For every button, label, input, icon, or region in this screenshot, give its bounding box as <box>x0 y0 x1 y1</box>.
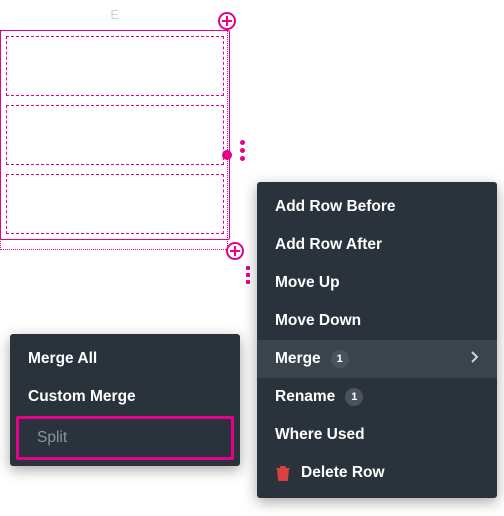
menu-item-label: Rename <box>275 388 335 406</box>
add-row-button[interactable] <box>226 242 246 262</box>
drag-handle-icon[interactable] <box>246 266 250 284</box>
submenu-item-custom-merge[interactable]: Custom Merge <box>10 378 240 416</box>
badge-count: 1 <box>345 388 363 406</box>
row-handle-dot[interactable] <box>222 150 232 160</box>
plus-icon <box>226 242 244 260</box>
menu-item-move-down[interactable]: Move Down <box>257 302 497 340</box>
menu-item-move-up[interactable]: Move Up <box>257 264 497 302</box>
menu-item-delete-row[interactable]: Delete Row <box>257 454 497 492</box>
kebab-menu-trigger[interactable] <box>240 140 245 161</box>
chevron-right-icon <box>471 350 479 368</box>
menu-item-label: Add Row After <box>275 236 382 254</box>
badge-count: 1 <box>331 350 349 368</box>
grid-cell[interactable] <box>6 174 224 234</box>
menu-item-label: Delete Row <box>301 464 385 482</box>
menu-item-label: Split <box>37 429 67 447</box>
menu-item-add-row-after[interactable]: Add Row After <box>257 226 497 264</box>
menu-item-label: Merge <box>275 350 321 368</box>
menu-item-label: Add Row Before <box>275 198 396 216</box>
trash-icon <box>275 466 291 481</box>
add-column-button[interactable] <box>218 12 238 32</box>
menu-item-label: Merge All <box>28 350 97 368</box>
plus-icon <box>218 12 236 30</box>
column-header: E <box>0 0 230 30</box>
menu-item-add-row-before[interactable]: Add Row Before <box>257 188 497 226</box>
context-menu: Add Row Before Add Row After Move Up Mov… <box>257 182 497 498</box>
submenu-item-merge-all[interactable]: Merge All <box>10 340 240 378</box>
menu-item-label: Custom Merge <box>28 388 136 406</box>
menu-item-merge[interactable]: Merge 1 <box>257 340 497 378</box>
menu-item-rename[interactable]: Rename 1 <box>257 378 497 416</box>
menu-item-label: Where Used <box>275 426 365 444</box>
menu-item-where-used[interactable]: Where Used <box>257 416 497 454</box>
submenu-item-split: Split <box>16 416 234 460</box>
menu-item-label: Move Down <box>275 312 361 330</box>
cells-container[interactable] <box>0 30 230 240</box>
grid-cell[interactable] <box>6 36 224 96</box>
grid-area: E <box>0 0 230 240</box>
grid-cell[interactable] <box>6 105 224 165</box>
menu-item-label: Move Up <box>275 274 340 292</box>
merge-submenu: Merge All Custom Merge Split <box>10 334 240 466</box>
